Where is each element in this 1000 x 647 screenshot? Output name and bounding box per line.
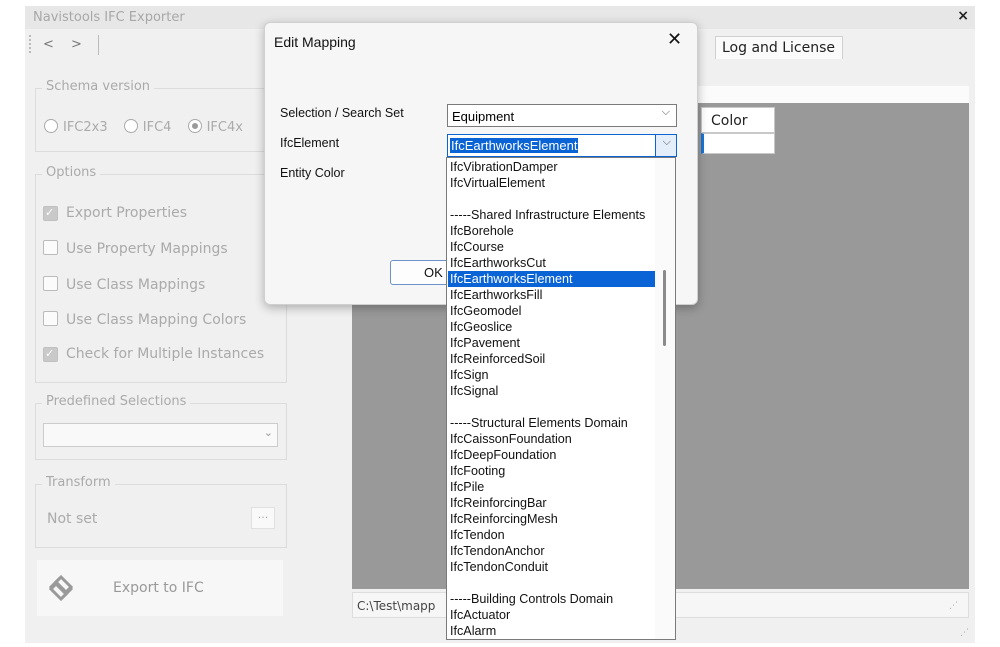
dropdown-group-header[interactable]: -----Building Controls Domain (448, 591, 656, 607)
entity-color-label: Entity Color (280, 166, 345, 180)
dropdown-item[interactable]: IfcGeoslice (448, 319, 656, 335)
dropdown-item[interactable]: IfcCaissonFoundation (448, 431, 656, 447)
scrollbar-thumb[interactable] (663, 270, 666, 346)
schema-version-legend: Schema version (42, 79, 155, 94)
dialog-title: Edit Mapping (274, 34, 356, 50)
dropdown-item[interactable]: IfcAlarm (448, 623, 656, 639)
checkbox-checked-icon (43, 347, 58, 362)
resize-grip-icon[interactable]: ⋰ (960, 628, 969, 638)
chevron-down-icon: ⌄ (263, 426, 273, 439)
checkbox-icon (43, 276, 58, 291)
dropdown-item[interactable]: IfcBorehole (448, 223, 656, 239)
toolbar-grip[interactable] (29, 35, 33, 53)
options-group: Options Export Properties Use Property M… (35, 165, 287, 383)
checkbox-checked-icon (43, 206, 58, 221)
transform-legend: Transform (42, 475, 115, 490)
dropdown-item[interactable]: IfcReinforcingMesh (448, 511, 656, 527)
export-to-ifc-label: Export to IFC (113, 580, 204, 596)
path-text: C:\Test\mapp (357, 599, 436, 613)
predefined-selections-combo[interactable]: ⌄ (43, 423, 278, 447)
color-column-header[interactable]: Color (701, 107, 775, 133)
dropdown-item[interactable]: IfcVibrationDamper (448, 159, 656, 175)
use-class-mappings-checkbox[interactable]: Use Class Mappings (43, 276, 205, 293)
dropdown-scrollbar[interactable] (655, 158, 675, 639)
export-to-ifc-button[interactable]: Export to IFC (37, 560, 283, 616)
check-multiple-instances-checkbox[interactable]: Check for Multiple Instances (43, 346, 264, 362)
checkbox-icon (43, 311, 58, 326)
radio-ifc4x[interactable]: IFC4x (187, 119, 243, 135)
dropdown-item[interactable]: IfcPile (448, 479, 656, 495)
ok-button[interactable]: OK (390, 260, 450, 285)
dropdown-blank-item[interactable] (448, 191, 656, 207)
schema-version-group: Schema version IFC2x3 IFC4 IFC4x (35, 79, 287, 152)
dropdown-item[interactable]: IfcTendon (448, 527, 656, 543)
dropdown-item[interactable]: IfcTendonAnchor (448, 543, 656, 559)
predefined-selections-group: Predefined Selections ⌄ (35, 394, 287, 460)
checkbox-icon (43, 240, 58, 255)
dropdown-item[interactable]: IfcSign (448, 367, 656, 383)
options-legend: Options (42, 165, 101, 180)
app-title: Navistools IFC Exporter (33, 10, 185, 25)
selection-search-set-combo[interactable]: Equipment ⌵ (447, 104, 677, 127)
dropdown-item[interactable]: IfcFooting (448, 463, 656, 479)
dropdown-item[interactable]: IfcEarthworksFill (448, 287, 656, 303)
toolbar-divider (98, 35, 99, 55)
ifc-logo-icon (48, 574, 74, 602)
dropdown-blank-item[interactable] (448, 575, 656, 591)
dropdown-item[interactable]: IfcEarthworksCut (448, 255, 656, 271)
dialog-close-button[interactable]: ✕ (667, 29, 682, 50)
dropdown-item[interactable]: IfcCourse (448, 239, 656, 255)
use-class-mapping-colors-checkbox[interactable]: Use Class Mapping Colors (43, 311, 246, 328)
dropdown-item[interactable]: IfcVirtualElement (448, 175, 656, 191)
transform-browse-button[interactable]: ... (251, 507, 275, 529)
ifc-element-dropdown-list[interactable]: IfcVibrationDamper IfcVirtualElement -----… (446, 157, 676, 640)
use-property-mappings-checkbox[interactable]: Use Property Mappings (43, 240, 228, 257)
ifc-element-label: IfcElement (280, 136, 340, 150)
tab-strip: Log and License (715, 36, 845, 60)
dropdown-item[interactable]: IfcDeepFoundation (448, 447, 656, 463)
radio-circle-icon (123, 119, 138, 133)
dropdown-item[interactable]: IfcTendonConduit (448, 559, 656, 575)
window-close-button[interactable]: × (957, 8, 969, 24)
export-properties-checkbox[interactable]: Export Properties (43, 205, 187, 221)
dropdown-item[interactable]: IfcEarthworksElement (448, 271, 656, 287)
transform-group: Transform Not set ... (35, 475, 287, 548)
dropdown-group-header[interactable]: -----Shared Infrastructure Elements (448, 207, 656, 223)
nav-forward-button[interactable]: > (71, 37, 82, 52)
radio-selected-icon (187, 119, 202, 133)
dropdown-item[interactable]: IfcSignal (448, 383, 656, 399)
transform-value: Not set (47, 511, 98, 527)
radio-circle-icon (44, 119, 58, 133)
tab-log-and-license[interactable]: Log and License (715, 36, 843, 59)
dropdown-item[interactable]: IfcReinforcingBar (448, 495, 656, 511)
chevron-down-icon: ⌵ (661, 106, 670, 118)
dropdown-item[interactable]: IfcGeomodel (448, 303, 656, 319)
ifc-element-combo[interactable]: IfcEarthworksElement ⌵ (447, 134, 677, 157)
dropdown-item[interactable]: IfcPavement (448, 335, 656, 351)
dropdown-item[interactable]: IfcReinforcedSoil (448, 351, 656, 367)
radio-ifc4[interactable]: IFC4 (123, 119, 171, 135)
dropdown-blank-item[interactable] (448, 399, 656, 415)
resize-grip-icon[interactable]: ⋰ (949, 601, 958, 611)
nav-back-button[interactable]: < (43, 37, 54, 52)
selection-search-set-label: Selection / Search Set (280, 106, 404, 120)
chevron-down-icon: ⌵ (662, 136, 671, 148)
dropdown-group-header[interactable]: -----Structural Elements Domain (448, 415, 656, 431)
predefined-selections-legend: Predefined Selections (42, 394, 191, 409)
color-cell[interactable] (701, 133, 775, 154)
dropdown-item[interactable]: IfcActuator (448, 607, 656, 623)
radio-ifc2x3[interactable]: IFC2x3 (44, 119, 108, 135)
